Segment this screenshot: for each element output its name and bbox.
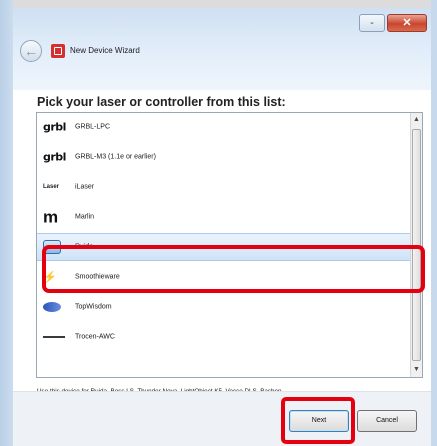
wizard-content: Pick your laser or controller from this … [13, 90, 431, 395]
window-right-edge [431, 0, 437, 446]
topwisdom-logo-icon [43, 302, 61, 312]
cancel-button[interactable]: Cancel [357, 410, 417, 432]
pick-device-heading: Pick your laser or controller from this … [37, 95, 286, 109]
scroll-down-arrow-icon[interactable]: ▼ [411, 363, 422, 377]
list-item-label: Marlin [75, 213, 95, 221]
wizard-title: New Device Wizard [70, 46, 140, 55]
trocen-logo-icon [43, 336, 65, 338]
list-item-label: GRBL-LPC [75, 123, 111, 131]
laser-logo-icon: Laser [43, 184, 60, 190]
list-item-label: iLaser [75, 183, 95, 191]
list-item-grbl-lpc[interactable]: grbl GRBL-LPC [37, 113, 410, 141]
list-item-label: TopWisdom [75, 303, 112, 311]
back-arrow-button[interactable]: ← [20, 40, 42, 62]
wizard-footer: Next Cancel [13, 391, 431, 446]
list-item-label: Trocen-AWC [75, 333, 115, 341]
list-item-ilaser[interactable]: Laser iLaser [37, 173, 410, 201]
grbl-logo-icon: grbl [43, 150, 66, 164]
next-highlight-annotation [281, 397, 355, 444]
window-top-edge [0, 0, 437, 8]
minimize-button[interactable]: - [359, 14, 385, 32]
ruida-highlight-annotation [42, 245, 425, 293]
window-left-edge [0, 0, 13, 446]
list-item-trocen-awc[interactable]: Trocen-AWC [37, 323, 410, 351]
grbl-logo-icon: grbl [43, 120, 66, 134]
close-button[interactable]: ✕ [387, 14, 427, 32]
list-item-topwisdom[interactable]: TopWisdom [37, 293, 410, 321]
marlin-logo-icon: m [43, 207, 59, 227]
list-item-label: GRBL-M3 (1.1e or earlier) [75, 153, 156, 161]
list-item-marlin[interactable]: m Marlin [37, 203, 410, 231]
title-bar: - ✕ ← New Device Wizard [13, 8, 431, 90]
lightburn-app-icon [51, 44, 65, 58]
window-controls: - ✕ [359, 14, 427, 32]
scroll-up-arrow-icon[interactable]: ▲ [411, 113, 422, 127]
list-item-grbl-m3[interactable]: grbl GRBL-M3 (1.1e or earlier) [37, 143, 410, 171]
new-device-wizard-window: - ✕ ← New Device Wizard Pick your laser … [13, 8, 431, 446]
